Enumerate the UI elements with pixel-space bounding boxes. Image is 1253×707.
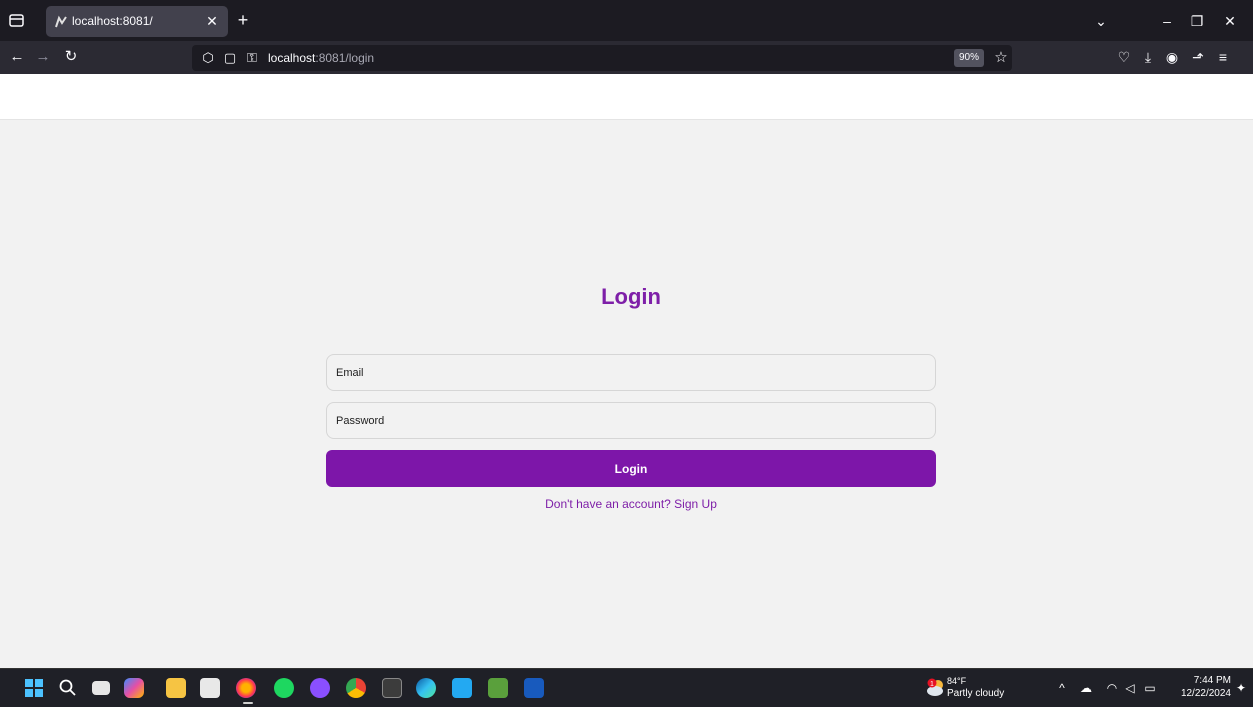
- clock-date[interactable]: 12/22/2024: [1181, 688, 1231, 699]
- weather-icon[interactable]: 1: [926, 678, 946, 698]
- spotify-icon[interactable]: [274, 678, 294, 698]
- firefox-icon[interactable]: [236, 678, 256, 698]
- clock-time[interactable]: 7:44 PM: [1194, 675, 1231, 686]
- copilot-icon[interactable]: [124, 678, 144, 698]
- edge-icon[interactable]: [416, 678, 436, 698]
- account-icon[interactable]: ◉: [1163, 48, 1181, 66]
- back-icon[interactable]: ←: [8, 48, 26, 66]
- windows-taskbar: 1 84°F Partly cloudy ^ ☁ ◠ ◁ ▭ 7:44 PM 1…: [0, 668, 1253, 707]
- forward-icon[interactable]: →: [34, 48, 52, 66]
- weather-desc: Partly cloudy: [947, 688, 1005, 699]
- weather-temp: 84°F: [947, 676, 967, 686]
- page-icon[interactable]: ▢: [222, 50, 238, 66]
- volume-icon[interactable]: ◁: [1122, 680, 1138, 696]
- favicon-icon: [54, 15, 68, 29]
- vscode-icon[interactable]: [452, 678, 472, 698]
- login-button[interactable]: Login: [326, 450, 936, 487]
- page-header-band: [0, 74, 1253, 120]
- restore-icon[interactable]: ❐: [1188, 12, 1206, 30]
- url-bar[interactable]: ⬡ ▢ ⚿ localhost:8081/login 90% ☆: [192, 45, 1012, 71]
- extensions-icon[interactable]: ⬏: [1189, 48, 1207, 66]
- tab-list-icon[interactable]: [8, 12, 25, 29]
- shield-icon[interactable]: ⬡: [200, 50, 216, 66]
- tab-title: localhost:8081/: [72, 14, 153, 28]
- key-icon[interactable]: ⚿: [244, 50, 260, 66]
- onedrive-icon[interactable]: ☁: [1078, 680, 1094, 696]
- new-tab-icon[interactable]: +: [234, 11, 252, 29]
- browser-tab[interactable]: localhost:8081/ ✕: [46, 6, 228, 37]
- password-input[interactable]: [326, 402, 936, 439]
- notepad-icon[interactable]: [488, 678, 508, 698]
- battery-icon[interactable]: ▭: [1142, 680, 1158, 696]
- close-tab-icon[interactable]: ✕: [204, 13, 220, 29]
- list-all-tabs-icon[interactable]: ⌄: [1092, 12, 1110, 30]
- menu-icon[interactable]: ≡: [1214, 48, 1232, 66]
- reload-icon[interactable]: ↻: [62, 48, 80, 66]
- active-indicator: [243, 702, 253, 704]
- zoom-level-badge[interactable]: 90%: [954, 49, 984, 67]
- wifi-icon[interactable]: ◠: [1104, 680, 1120, 696]
- email-input[interactable]: [326, 354, 936, 391]
- store-icon[interactable]: [200, 678, 220, 698]
- close-window-icon[interactable]: ✕: [1221, 12, 1239, 30]
- search-icon[interactable]: [58, 678, 78, 698]
- chevron-up-icon[interactable]: ^: [1054, 680, 1070, 696]
- login-title: Login: [601, 284, 661, 309]
- file-explorer-icon[interactable]: [166, 678, 186, 698]
- notification-bell-icon[interactable]: ✦: [1236, 680, 1250, 696]
- chrome-icon[interactable]: [346, 678, 366, 698]
- browser-tab-bar: localhost:8081/ ✕ + ⌄ – ❐ ✕: [0, 0, 1253, 41]
- weather-badge: 1: [930, 681, 934, 688]
- terminal-icon[interactable]: [382, 678, 402, 698]
- word-icon[interactable]: [524, 678, 544, 698]
- github-desktop-icon[interactable]: [310, 678, 330, 698]
- browser-nav-bar: ← → ↻ ⬡ ▢ ⚿ localhost:8081/login 90% ☆ ♡…: [0, 41, 1253, 74]
- bookmark-star-icon[interactable]: ☆: [992, 49, 1010, 67]
- url-text[interactable]: localhost:8081/login: [268, 51, 374, 65]
- download-icon[interactable]: ⤓: [1139, 48, 1157, 66]
- pocket-icon[interactable]: ♡: [1115, 48, 1133, 66]
- windows-start-icon[interactable]: [24, 678, 44, 698]
- minimize-icon[interactable]: –: [1158, 12, 1176, 30]
- signup-link[interactable]: Don't have an account? Sign Up: [326, 497, 936, 511]
- task-view-icon[interactable]: [92, 681, 110, 695]
